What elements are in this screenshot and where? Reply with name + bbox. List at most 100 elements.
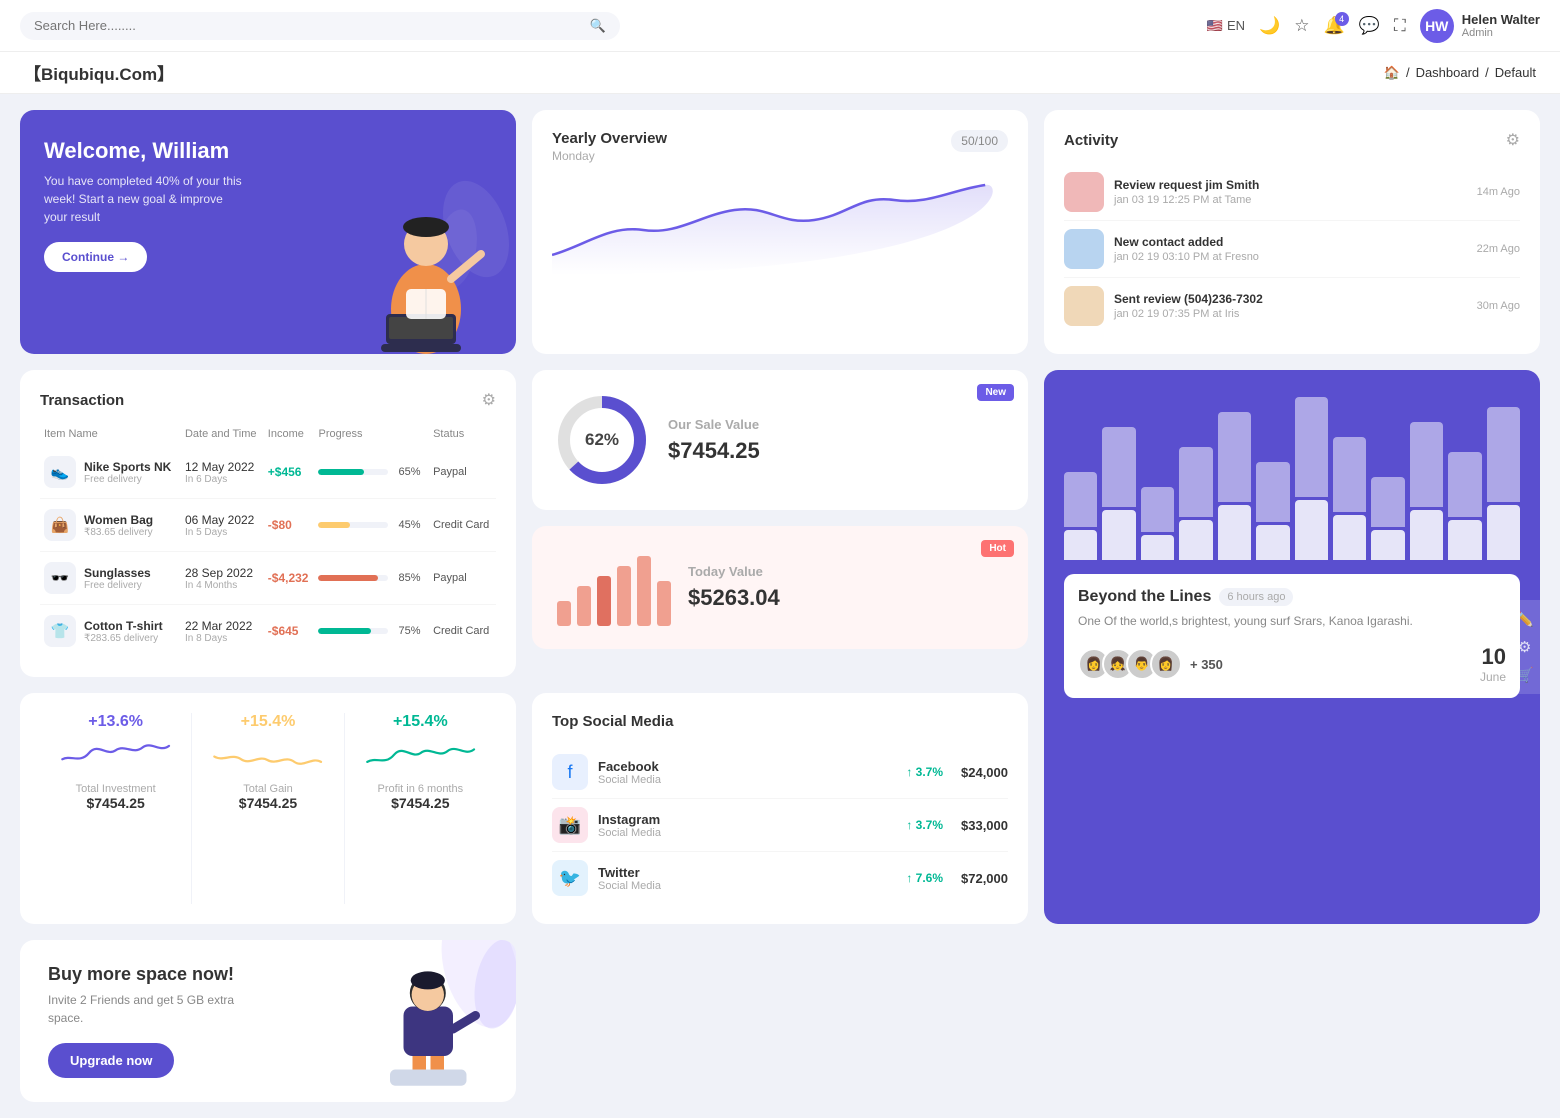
bar-segment-top — [1448, 452, 1481, 517]
today-label: Today Value — [688, 564, 780, 579]
transaction-settings-button[interactable]: ⚙ — [482, 390, 496, 410]
middle-column: New 62% Our Sale Value $7454.25 Hot — [532, 370, 1028, 677]
item-icon: 👟 — [44, 456, 76, 488]
item-icon: 🕶️ — [44, 562, 76, 594]
breadcrumb-bar: 【Biqubiqu.Com】 🏠 / Dashboard / Default — [0, 52, 1560, 94]
buy-space-card: Buy more space now! Invite 2 Friends and… — [20, 940, 516, 1102]
dark-mode-button[interactable]: 🌙 — [1259, 16, 1280, 36]
progress-cell: 45% — [318, 519, 425, 531]
user-avatar: HW — [1420, 9, 1454, 43]
social-type: Social Media — [598, 827, 896, 839]
progress-cell: 85% — [318, 572, 425, 584]
today-info: Today Value $5263.04 — [688, 564, 780, 611]
bar-segment-bottom — [1256, 525, 1289, 560]
bell-button[interactable]: 🔔 4 — [1323, 16, 1344, 36]
mini-stat: +15.4% Total Gain $7454.25 — [192, 713, 344, 904]
table-header: Status — [429, 422, 496, 446]
beyond-desc: One Of the world,s brightest, young surf… — [1078, 612, 1506, 630]
progress-cell: 65% — [318, 466, 425, 478]
activity-item-title: Review request jim Smith — [1114, 178, 1467, 192]
bar-segment-bottom — [1218, 505, 1251, 560]
breadcrumb-dashboard[interactable]: Dashboard — [1416, 65, 1480, 80]
event-date: 10 June — [1480, 644, 1506, 684]
activity-item-sub: jan 02 19 03:10 PM at Fresno — [1114, 251, 1467, 263]
table-row: 👟 Nike Sports NK Free delivery 12 May 20… — [40, 446, 496, 499]
user-role: Admin — [1462, 27, 1540, 39]
bar-segment-top — [1179, 447, 1212, 517]
activity-item-sub: jan 03 19 12:25 PM at Tame — [1114, 194, 1467, 206]
yearly-score: 50/100 — [951, 130, 1008, 152]
search-input[interactable] — [34, 18, 582, 33]
avatar-stack: 👩👧👨👩 — [1078, 648, 1182, 680]
social-revenue: $33,000 — [961, 818, 1008, 833]
nav-icons: 🇺🇸 EN 🌙 ☆ 🔔 4 💬 ⛶ HW Helen Walter Admin — [1207, 9, 1540, 43]
activity-list: Review request jim Smith jan 03 19 12:25… — [1064, 164, 1520, 334]
bar-segment-top — [1256, 462, 1289, 522]
bar-column — [1218, 412, 1251, 560]
item-sub: Free delivery — [84, 474, 171, 485]
progress-fill — [318, 469, 364, 475]
sale-value: $7454.25 — [668, 438, 760, 464]
bar-segment-top — [1141, 487, 1174, 532]
today-value: $5263.04 — [688, 585, 780, 611]
table-row: 👜 Women Bag ₹83.65 delivery 06 May 2022 … — [40, 499, 496, 552]
item-cell: 👟 Nike Sports NK Free delivery — [44, 456, 177, 488]
donut-chart: 62% — [552, 390, 652, 490]
activity-settings-button[interactable]: ⚙ — [1506, 130, 1520, 150]
bar-segment-bottom — [1102, 510, 1135, 560]
item-income: -$645 — [264, 605, 315, 658]
stat-percent: +15.4% — [393, 713, 448, 731]
date-month: June — [1480, 670, 1506, 684]
buyspace-illustration — [336, 940, 516, 1102]
item-days: In 8 Days — [185, 633, 260, 644]
stat-label: Total Gain — [243, 783, 293, 795]
user-profile[interactable]: HW Helen Walter Admin — [1420, 9, 1540, 43]
social-name: Twitter — [598, 865, 896, 880]
continue-button[interactable]: Continue → — [44, 242, 147, 272]
bar-segment-bottom — [1487, 505, 1520, 560]
activity-info: New contact added jan 02 19 03:10 PM at … — [1114, 235, 1467, 263]
item-date: 28 Sep 2022 — [185, 566, 260, 580]
search-bar[interactable]: 🔍 — [20, 12, 620, 40]
bar-segment-bottom — [1295, 500, 1328, 560]
home-icon[interactable]: 🏠 — [1384, 65, 1400, 81]
fullscreen-button[interactable]: ⛶ — [1394, 16, 1406, 36]
donut-label: 62% — [585, 430, 619, 450]
item-income: +$456 — [264, 446, 315, 499]
progress-label: 45% — [398, 519, 420, 531]
new-badge: New — [977, 384, 1014, 401]
table-header: Date and Time — [181, 422, 264, 446]
sparkline-chart — [50, 737, 181, 777]
language-selector[interactable]: 🇺🇸 EN — [1207, 18, 1245, 34]
mini-stat: +13.6% Total Investment $7454.25 — [40, 713, 192, 904]
mini-stat: +15.4% Profit in 6 months $7454.25 — [345, 713, 496, 904]
bar-column — [1256, 462, 1289, 560]
user-name: Helen Walter — [1462, 12, 1540, 27]
bar-column — [1141, 487, 1174, 560]
today-value-card: Hot Today Value $5263.04 — [532, 526, 1028, 649]
social-type: Social Media — [598, 774, 896, 786]
bar-segment-top — [1218, 412, 1251, 502]
chat-button[interactable]: 💬 — [1359, 16, 1380, 36]
transaction-card: Transaction ⚙ Item NameDate and TimeInco… — [20, 370, 516, 677]
activity-item-time: 14m Ago — [1477, 186, 1520, 198]
progress-bar — [318, 628, 388, 634]
item-days: In 4 Months — [185, 580, 260, 591]
breadcrumb: 🏠 / Dashboard / Default — [1384, 65, 1536, 81]
progress-bar — [318, 522, 388, 528]
buyspace-title: Buy more space now! — [48, 964, 248, 985]
mini-stats-card: +13.6% Total Investment $7454.25 +15.4% … — [20, 693, 516, 924]
social-info: Instagram Social Media — [598, 812, 896, 839]
upgrade-button[interactable]: Upgrade now — [48, 1043, 174, 1078]
social-type: Social Media — [598, 880, 896, 892]
social-growth: ↑ 3.7% — [906, 765, 943, 779]
item-income: -$4,232 — [264, 552, 315, 605]
beyond-title: Beyond the Lines — [1078, 588, 1211, 606]
activity-info: Review request jim Smith jan 03 19 12:25… — [1114, 178, 1467, 206]
activity-card: Activity ⚙ Review request jim Smith jan … — [1044, 110, 1540, 354]
bar-column — [1064, 472, 1097, 560]
item-status: Paypal — [429, 446, 496, 499]
star-button[interactable]: ☆ — [1294, 16, 1309, 36]
social-item: 🐦 Twitter Social Media ↑ 7.6% $72,000 — [552, 852, 1008, 904]
table-header: Item Name — [40, 422, 181, 446]
